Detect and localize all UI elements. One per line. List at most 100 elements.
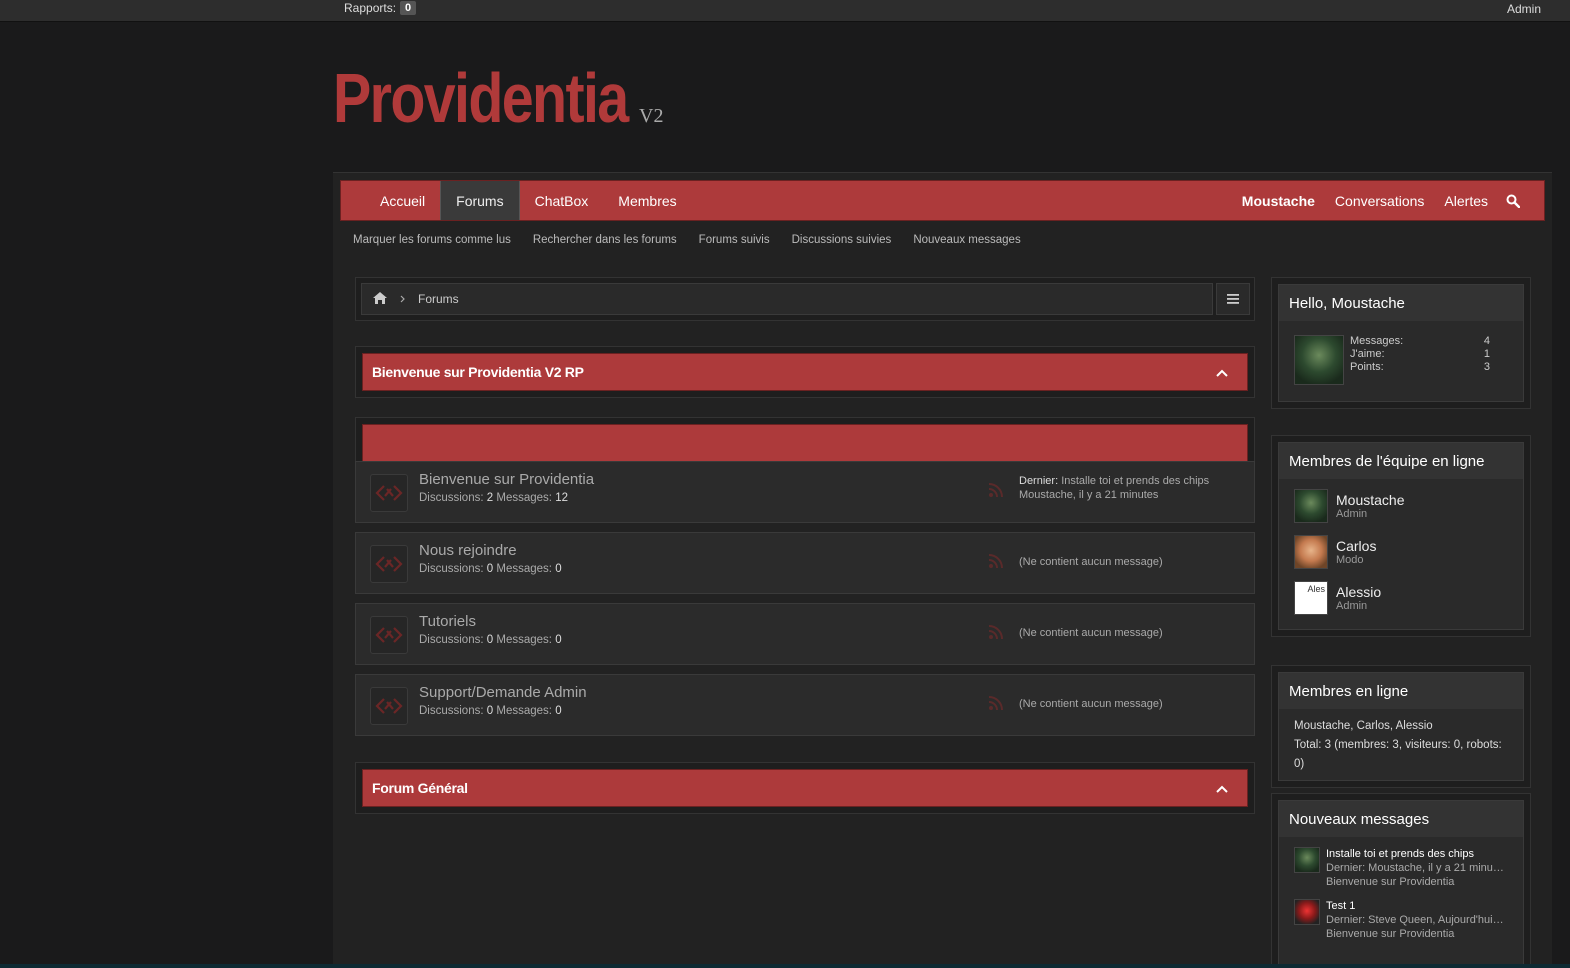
stat-label: Messages:: [496, 634, 552, 646]
rss-icon[interactable]: [988, 553, 1004, 574]
new-post-forum[interactable]: Bienvenue sur Providentia: [1326, 875, 1506, 889]
subnav-mark-read[interactable]: Marquer les forums comme lus: [353, 234, 511, 246]
stat-label: Messages:: [496, 492, 552, 504]
member-role: Admin: [1336, 508, 1368, 520]
admin-link[interactable]: Admin: [1507, 2, 1541, 16]
category-header[interactable]: Bienvenue sur Providentia V2 RP: [362, 353, 1248, 391]
avatar[interactable]: [1294, 899, 1320, 925]
nav-user-account[interactable]: Moustache: [1232, 193, 1325, 209]
avatar[interactable]: [1294, 847, 1320, 873]
nav-tab-chatbox[interactable]: ChatBox: [520, 181, 604, 220]
forum-title[interactable]: Support/Demande Admin: [419, 684, 587, 701]
main-navbar: Accueil Forums ChatBox Membres Moustache…: [340, 180, 1545, 221]
forum-empty-status: (Ne contient aucun message): [1019, 698, 1163, 710]
reports-label: Rapports:: [344, 1, 397, 15]
stat-value: 0: [555, 634, 562, 646]
breadcrumb: Forums: [355, 277, 1255, 321]
home-icon[interactable]: [372, 291, 388, 308]
top-bar: Rapports: 0 Admin: [0, 0, 1570, 22]
chevron-up-icon[interactable]: [1216, 780, 1228, 796]
forum-row[interactable]: Nous rejoindre Discussions: 0 Messages: …: [355, 532, 1255, 594]
nav-tab-forums[interactable]: Forums: [440, 181, 520, 220]
category-header[interactable]: Forum Général: [362, 769, 1248, 807]
online-total: Total: 3 (membres: 3, visiteurs: 0, robo…: [1294, 739, 1502, 770]
new-post-item[interactable]: Installe toi et prends des chips Dernier…: [1294, 847, 1508, 889]
nav-alerts[interactable]: Alertes: [1434, 193, 1498, 209]
staff-member[interactable]: Moustache Admin: [1294, 489, 1508, 523]
forum-title[interactable]: Tutoriels: [419, 613, 476, 630]
last-post-meta[interactable]: Moustache, il y a 21 minutes: [1019, 488, 1209, 502]
sidebar-staff-title: Membres de l'équipe en ligne: [1279, 443, 1523, 479]
user-stats: Messages: 4 J'aime: 1 Points: 3: [1350, 335, 1490, 385]
subnav-new-posts[interactable]: Nouveaux messages: [913, 234, 1020, 246]
avatar[interactable]: [1294, 535, 1328, 569]
forum-icon: [370, 474, 408, 512]
member-name[interactable]: Carlos: [1336, 538, 1376, 554]
category-welcome: Bienvenue sur Providentia V2 RP: [355, 346, 1255, 398]
new-post-meta[interactable]: Dernier: Steve Queen, Aujourd'hui à 19:0…: [1326, 913, 1506, 927]
rss-icon[interactable]: [988, 624, 1004, 645]
member-name[interactable]: Moustache: [1336, 492, 1404, 508]
sidebar-online-title: Membres en ligne: [1279, 673, 1523, 709]
stat-label: Messages:: [496, 705, 552, 717]
breadcrumb-separator-icon: [400, 292, 406, 306]
forum-row[interactable]: Bienvenue sur Providentia Discussions: 2…: [355, 461, 1255, 523]
stat-label: Discussions:: [419, 634, 484, 646]
breadcrumb-current[interactable]: Forums: [418, 292, 459, 306]
forum-icon: [370, 687, 408, 725]
nav-tab-home[interactable]: Accueil: [365, 181, 440, 220]
nav-tab-members[interactable]: Membres: [603, 181, 691, 220]
reports-count-badge: 0: [400, 1, 417, 15]
member-role: Modo: [1336, 554, 1364, 566]
stat-value[interactable]: 3: [1484, 361, 1490, 374]
avatar[interactable]: [1294, 489, 1328, 523]
avatar[interactable]: [1294, 335, 1344, 385]
sidebar-online-box: Membres en ligne Moustache, Carlos, Ales…: [1271, 665, 1531, 788]
subnav-watched-threads[interactable]: Discussions suivies: [792, 234, 892, 246]
last-post-label: Dernier:: [1019, 475, 1059, 487]
forum-stats: Discussions: 2 Messages: 12: [419, 492, 568, 504]
forum-stats: Discussions: 0 Messages: 0: [419, 563, 562, 575]
forum-last-post: Dernier: Installe toi et prends des chip…: [1019, 474, 1209, 502]
stat-label: Discussions:: [419, 563, 484, 575]
subnav-watched-forums[interactable]: Forums suivis: [699, 234, 770, 246]
last-post-title[interactable]: Installe toi et prends des chips: [1061, 475, 1209, 487]
new-post-title[interactable]: Test 1: [1326, 899, 1506, 913]
logo-version: V2: [639, 105, 664, 127]
new-post-forum[interactable]: Bienvenue sur Providentia: [1326, 927, 1506, 941]
site-logo[interactable]: Providentia V2: [333, 58, 663, 138]
new-post-item[interactable]: Test 1 Dernier: Steve Queen, Aujourd'hui…: [1294, 899, 1508, 941]
logo-title: Providentia: [333, 59, 629, 137]
forum-row[interactable]: Tutoriels Discussions: 0 Messages: 0 (Ne…: [355, 603, 1255, 665]
subnav-search-forums[interactable]: Rechercher dans les forums: [533, 234, 677, 246]
stat-label: Discussions:: [419, 705, 484, 717]
stat-value: 0: [486, 634, 494, 646]
chevron-up-icon[interactable]: [1216, 364, 1228, 380]
rss-icon[interactable]: [988, 482, 1004, 503]
new-post-meta[interactable]: Dernier: Moustache, il y a 21 minutes: [1326, 861, 1506, 875]
menu-icon[interactable]: [1216, 283, 1250, 315]
online-member-names[interactable]: Moustache, Carlos, Alessio: [1294, 717, 1508, 736]
forum-icon: [370, 545, 408, 583]
stat-value: 2: [486, 492, 494, 504]
stat-value: 0: [486, 705, 494, 717]
stat-value[interactable]: 4: [1484, 335, 1490, 348]
new-post-title[interactable]: Installe toi et prends des chips: [1326, 847, 1506, 861]
stat-value[interactable]: 1: [1484, 348, 1490, 361]
staff-member[interactable]: Ales Alessio Admin: [1294, 581, 1508, 615]
staff-member[interactable]: Carlos Modo: [1294, 535, 1508, 569]
search-icon[interactable]: [1498, 194, 1528, 208]
forum-row[interactable]: Support/Demande Admin Discussions: 0 Mes…: [355, 674, 1255, 736]
forum-title[interactable]: Bienvenue sur Providentia: [419, 471, 594, 488]
member-name[interactable]: Alessio: [1336, 584, 1381, 600]
forum-title[interactable]: Nous rejoindre: [419, 542, 517, 559]
reports-link[interactable]: Rapports: 0: [344, 1, 417, 15]
avatar[interactable]: Ales: [1294, 581, 1328, 615]
stat-value: 12: [555, 492, 568, 504]
stat-label: J'aime:: [1350, 348, 1385, 360]
sidebar-staff-box: Membres de l'équipe en ligne Moustache Ad…: [1271, 435, 1531, 637]
rss-icon[interactable]: [988, 695, 1004, 716]
forum-icon: [370, 616, 408, 654]
nav-conversations[interactable]: Conversations: [1325, 193, 1435, 209]
stat-value: 0: [555, 705, 562, 717]
